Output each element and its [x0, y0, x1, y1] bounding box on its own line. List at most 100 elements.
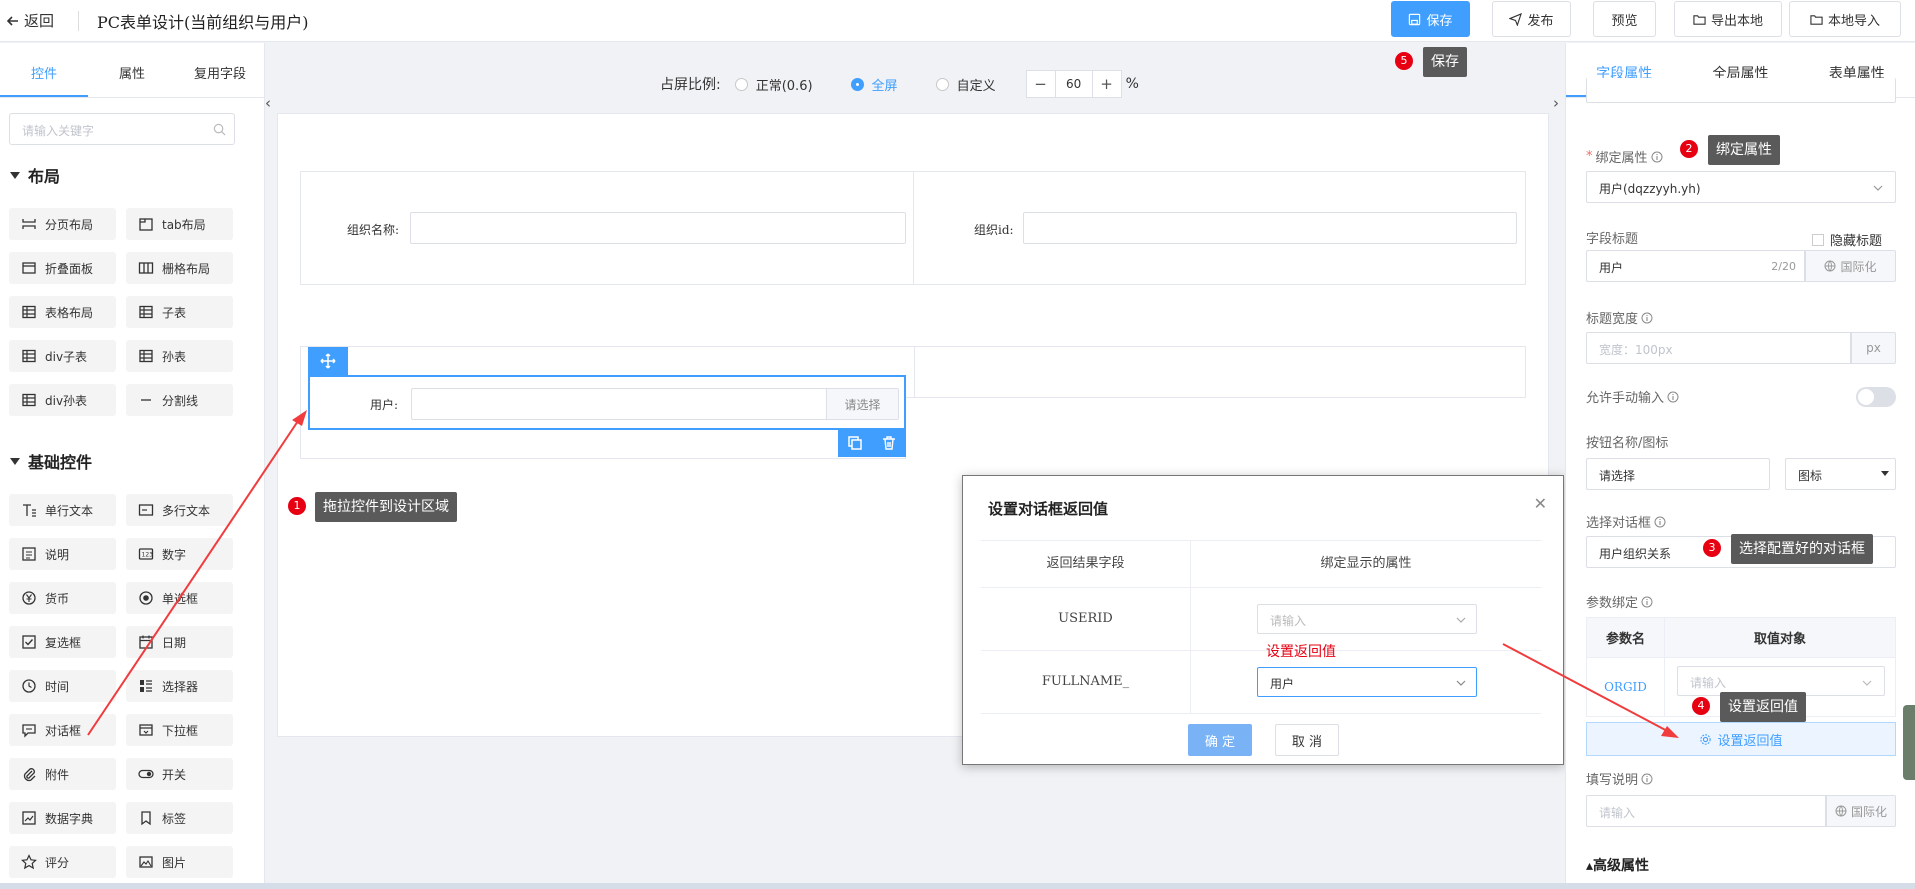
bind-attr-select[interactable]: 用户 — [1257, 667, 1477, 697]
info-icon — [1651, 151, 1663, 162]
confirm-button[interactable]: 确 定 — [1188, 724, 1252, 756]
tab-properties[interactable]: 属性 — [88, 43, 176, 97]
control-description[interactable]: 说明 — [9, 538, 116, 570]
control-switch[interactable]: 开关 — [126, 758, 233, 790]
control-time[interactable]: 时间 — [9, 670, 116, 702]
export-local-button[interactable]: 导出本地 — [1674, 1, 1782, 37]
ratio-full-radio[interactable] — [850, 77, 864, 91]
control-table-layout[interactable]: 表格布局 — [9, 296, 116, 328]
ratio-custom-label[interactable]: 自定义 — [957, 75, 996, 94]
delete-icon[interactable] — [881, 435, 897, 451]
bind-attr-select[interactable]: 请输入 — [1257, 604, 1477, 634]
control-attachment[interactable]: 附件 — [9, 758, 116, 790]
left-panel: 控件 属性 复用字段 请输入关键字 布局 分页布局 tab布局 折叠面板 栅格布… — [0, 43, 265, 889]
control-label: 选择器 — [162, 679, 199, 694]
zoom-minus-button[interactable]: − — [1027, 75, 1055, 93]
user-select-button[interactable]: 请选择 — [826, 389, 898, 419]
control-number[interactable]: 123 数字 — [126, 538, 233, 570]
control-selector[interactable]: 选择器 — [126, 670, 233, 702]
import-local-button[interactable]: 本地导入 — [1789, 1, 1901, 37]
preview-button[interactable]: 预览 — [1593, 1, 1656, 37]
control-rating[interactable]: 评分 — [9, 846, 116, 878]
set-return-value-button[interactable]: 设置返回值 — [1586, 722, 1896, 756]
button-name-input[interactable]: 请选择 — [1586, 458, 1770, 490]
title-width-input[interactable]: 宽度：100px — [1586, 332, 1851, 364]
layout-section-title: 布局 — [28, 167, 61, 186]
chevron-down-icon — [1456, 680, 1466, 686]
ratio-full-label[interactable]: 全屏 — [872, 75, 898, 94]
field-title-input[interactable]: 用户 2/20 — [1586, 250, 1805, 282]
basic-section-header[interactable]: 基础控件 — [10, 449, 92, 473]
drag-handle[interactable] — [308, 347, 348, 375]
field-title-value: 用户 — [1599, 261, 1624, 275]
org-name-input[interactable] — [410, 212, 906, 244]
zoom-value-input[interactable]: 60 — [1054, 71, 1093, 97]
i18n-button[interactable]: 国际化 — [1805, 250, 1896, 282]
control-data-dictionary[interactable]: 数据字典 — [9, 802, 116, 834]
control-single-line-text[interactable]: 单行文本 — [9, 494, 116, 526]
advanced-props-header[interactable]: ▴高级属性 — [1586, 855, 1649, 875]
control-divider[interactable]: 分割线 — [126, 384, 233, 416]
control-currency[interactable]: 货币 — [9, 582, 116, 614]
fill-desc-input[interactable]: 请输入 — [1586, 795, 1826, 827]
folder-icon — [1810, 14, 1823, 25]
i18n-text: 国际化 — [1840, 259, 1877, 274]
hide-title-checkbox[interactable]: 隐藏标题 — [1812, 230, 1882, 249]
cancel-button[interactable]: 取 消 — [1275, 724, 1339, 756]
row-field-name: FULLNAME_ — [981, 651, 1191, 713]
ratio-normal-label[interactable]: 正常(0.6) — [756, 75, 813, 94]
control-collapse-panel[interactable]: 折叠面板 — [9, 252, 116, 284]
control-grid-layout[interactable]: 栅格布局 — [126, 252, 233, 284]
control-label-tag[interactable]: 标签 — [126, 802, 233, 834]
publish-button[interactable]: 发布 — [1492, 1, 1571, 37]
control-label: 分页布局 — [45, 217, 94, 232]
collapse-left-icon[interactable]: ‹ — [265, 94, 271, 112]
control-multi-line-text[interactable]: 多行文本 — [126, 494, 233, 526]
control-div-subtable[interactable]: div子表 — [9, 340, 116, 372]
form-cell-org-name[interactable]: 组织名称: — [301, 172, 914, 284]
ratio-normal-radio[interactable] — [734, 77, 748, 91]
layout-section-header[interactable]: 布局 — [10, 163, 60, 187]
page-title: PC表单设计(当前组织与用户) — [97, 13, 309, 32]
control-grandchild-table[interactable]: 孙表 — [126, 340, 233, 372]
control-radio[interactable]: 单选框 — [126, 582, 233, 614]
control-page-layout[interactable]: 分页布局 — [9, 208, 116, 240]
select-value: 用户 — [1270, 677, 1295, 691]
control-dialog[interactable]: 对话框 — [9, 714, 116, 746]
control-dropdown[interactable]: 下拉框 — [126, 714, 233, 746]
ratio-custom-radio[interactable] — [935, 77, 949, 91]
control-image[interactable]: 图片 — [126, 846, 233, 878]
fill-desc-label: 填写说明 — [1586, 769, 1653, 788]
copy-icon[interactable] — [847, 435, 863, 451]
control-tab-layout[interactable]: tab布局 — [126, 208, 233, 240]
selected-user-field[interactable]: 用户: 请选择 — [308, 375, 906, 430]
ratio-label: 占屏比例: — [660, 77, 721, 93]
org-id-input[interactable] — [1023, 212, 1517, 244]
user-input[interactable]: 请选择 — [411, 388, 899, 420]
dialog-icon — [22, 724, 36, 738]
save-button[interactable]: 保存 — [1391, 1, 1470, 37]
tab-reuse-fields[interactable]: 复用字段 — [176, 43, 264, 97]
control-subtable[interactable]: 子表 — [126, 296, 233, 328]
bottom-scrollbar[interactable] — [0, 883, 1915, 889]
control-date[interactable]: 日期 — [126, 626, 233, 658]
form-row-org[interactable]: 组织名称: 组织id: — [300, 171, 1526, 285]
zoom-plus-button[interactable]: + — [1093, 75, 1121, 93]
prev-field-input[interactable] — [1586, 78, 1896, 103]
tab-controls[interactable]: 控件 — [0, 43, 88, 97]
description-icon — [22, 547, 36, 561]
collapse-right-icon[interactable]: › — [1553, 94, 1559, 112]
control-checkbox[interactable]: 复选框 — [9, 626, 116, 658]
allow-input-toggle[interactable] — [1856, 387, 1896, 407]
bind-attr-select[interactable]: 用户(dqzzyyh.yh) — [1586, 171, 1896, 203]
collapse-panel-icon — [22, 262, 36, 274]
control-search-input[interactable]: 请输入关键字 — [9, 113, 235, 145]
side-scrollbar[interactable] — [1903, 705, 1915, 780]
checkbox-box[interactable] — [1812, 233, 1824, 246]
control-div-grandchild-table[interactable]: div孙表 — [9, 384, 116, 416]
icon-select[interactable]: 图标 — [1785, 458, 1896, 490]
fill-i18n-button[interactable]: 国际化 — [1826, 795, 1896, 827]
back-button[interactable]: 返回 — [6, 10, 54, 31]
form-cell-org-id[interactable]: 组织id: — [915, 172, 1525, 284]
close-icon[interactable]: ✕ — [1534, 494, 1547, 513]
